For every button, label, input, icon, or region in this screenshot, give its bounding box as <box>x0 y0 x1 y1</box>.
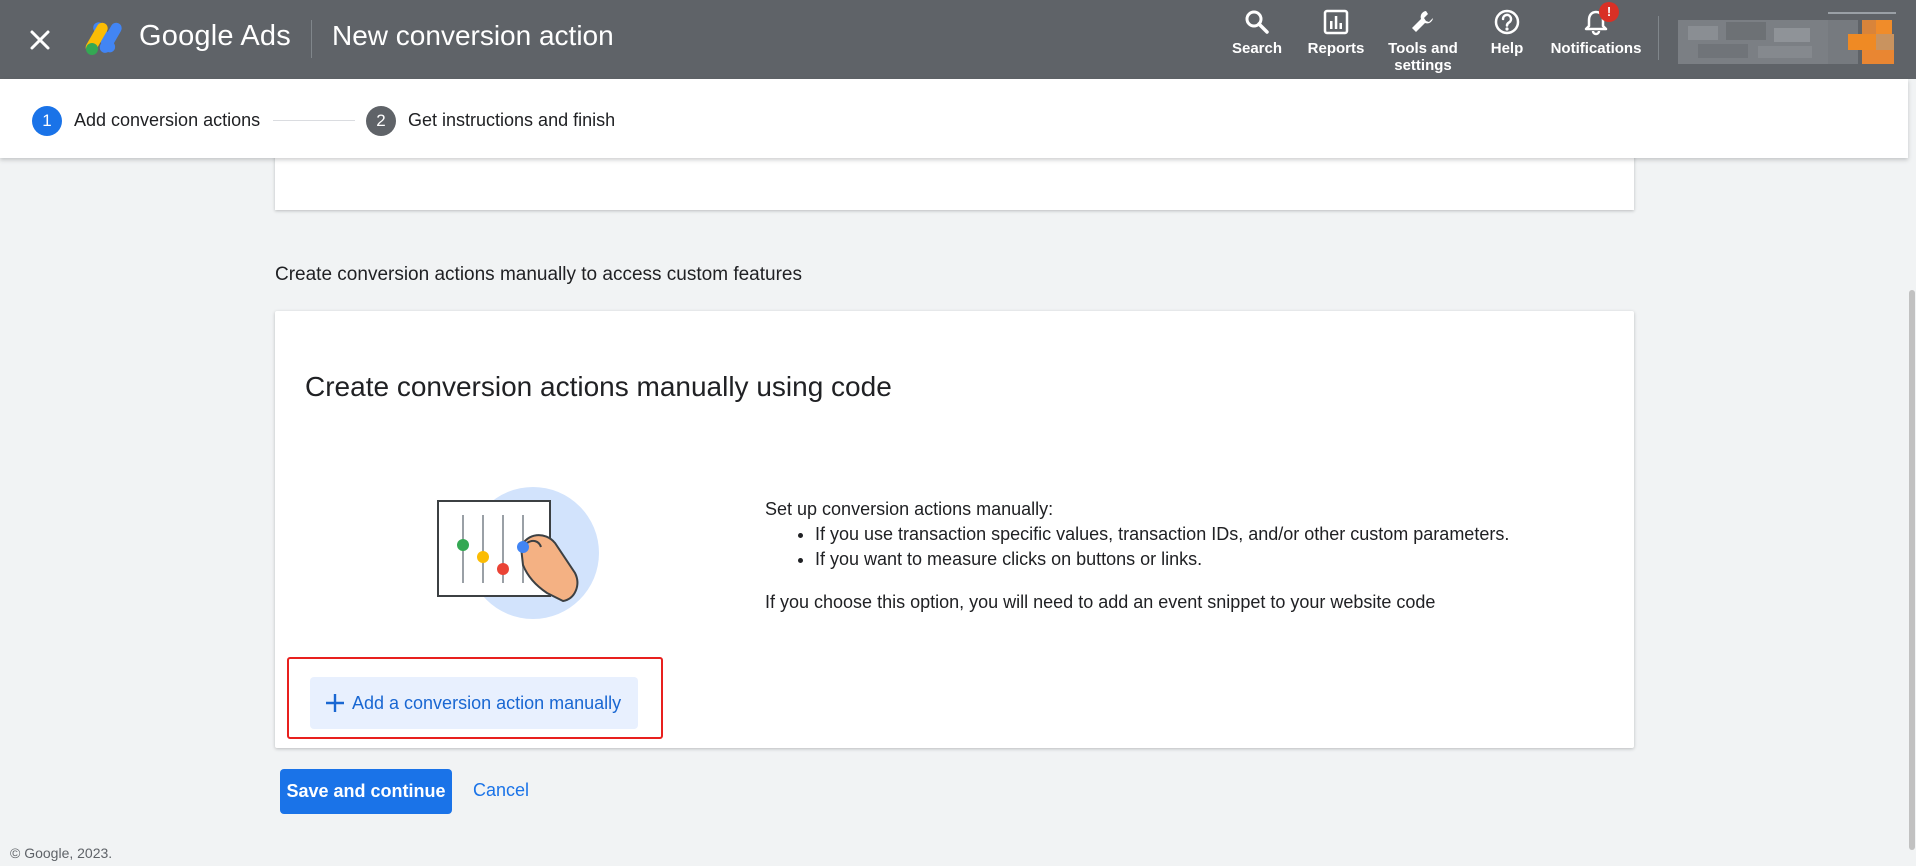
footer-copyright: © Google, 2023. <box>10 845 113 861</box>
step-connector <box>273 120 355 121</box>
description-note: If you choose this option, you will need… <box>765 592 1436 612</box>
tools-and-settings-button[interactable]: Tools and settings <box>1378 8 1468 74</box>
help-label: Help <box>1490 40 1524 57</box>
reports-button[interactable]: Reports <box>1300 8 1372 57</box>
help-icon <box>1494 9 1520 35</box>
tools-label-line2: settings <box>1394 57 1452 74</box>
close-icon <box>30 30 50 50</box>
notification-badge: ! <box>1599 2 1619 22</box>
close-button[interactable] <box>24 24 56 56</box>
description: Set up conversion actions manually: If y… <box>765 497 1585 615</box>
page-title: New conversion action <box>332 20 614 51</box>
section-heading: Create conversion actions manually to ac… <box>275 264 802 285</box>
stepper: 1 Add conversion actions 2 Get instructi… <box>0 79 1908 158</box>
top-app-bar: Google Ads New conversion action Search … <box>0 0 1916 79</box>
product-name: Google Ads <box>139 20 291 52</box>
description-intro: Set up conversion actions manually: <box>765 499 1054 519</box>
scrollbar-thumb[interactable] <box>1909 290 1915 850</box>
previous-card <box>275 150 1634 210</box>
save-and-continue-button[interactable]: Save and continue <box>280 769 452 814</box>
tools-label-line1: Tools and <box>1388 40 1458 57</box>
step-2-number: 2 <box>366 106 396 136</box>
google-ads-logo-icon <box>85 22 122 55</box>
add-button-label: Add a conversion action manually <box>352 692 622 713</box>
search-button[interactable]: Search <box>1222 8 1292 57</box>
help-button[interactable]: Help <box>1482 8 1532 57</box>
notifications-label: Notifications <box>1550 40 1642 57</box>
account-divider <box>1658 16 1659 60</box>
wrench-icon <box>1412 11 1433 32</box>
reports-icon <box>1323 9 1349 35</box>
reports-label: Reports <box>1307 40 1365 57</box>
list-item: If you use transaction specific values, … <box>815 522 1585 547</box>
list-item: If you want to measure clicks on buttons… <box>815 547 1585 572</box>
step-1-number: 1 <box>32 106 62 136</box>
notifications-button[interactable]: ! Notifications <box>1546 2 1646 57</box>
account-avatar[interactable] <box>1678 12 1896 70</box>
description-list: If you use transaction specific values, … <box>765 522 1585 572</box>
cancel-button[interactable]: Cancel <box>473 780 529 801</box>
search-label: Search <box>1231 40 1283 57</box>
step-2-label[interactable]: Get instructions and finish <box>408 110 615 131</box>
search-icon <box>1245 10 1269 34</box>
plus-icon <box>326 694 344 712</box>
add-conversion-action-manually-button[interactable]: Add a conversion action manually <box>310 677 638 729</box>
sliders-illustration-icon <box>437 487 599 619</box>
manual-conversion-card: Create conversion actions manually using… <box>275 311 1634 748</box>
header-divider <box>311 20 312 58</box>
step-1-label[interactable]: Add conversion actions <box>74 110 260 131</box>
card-title: Create conversion actions manually using… <box>305 371 892 402</box>
